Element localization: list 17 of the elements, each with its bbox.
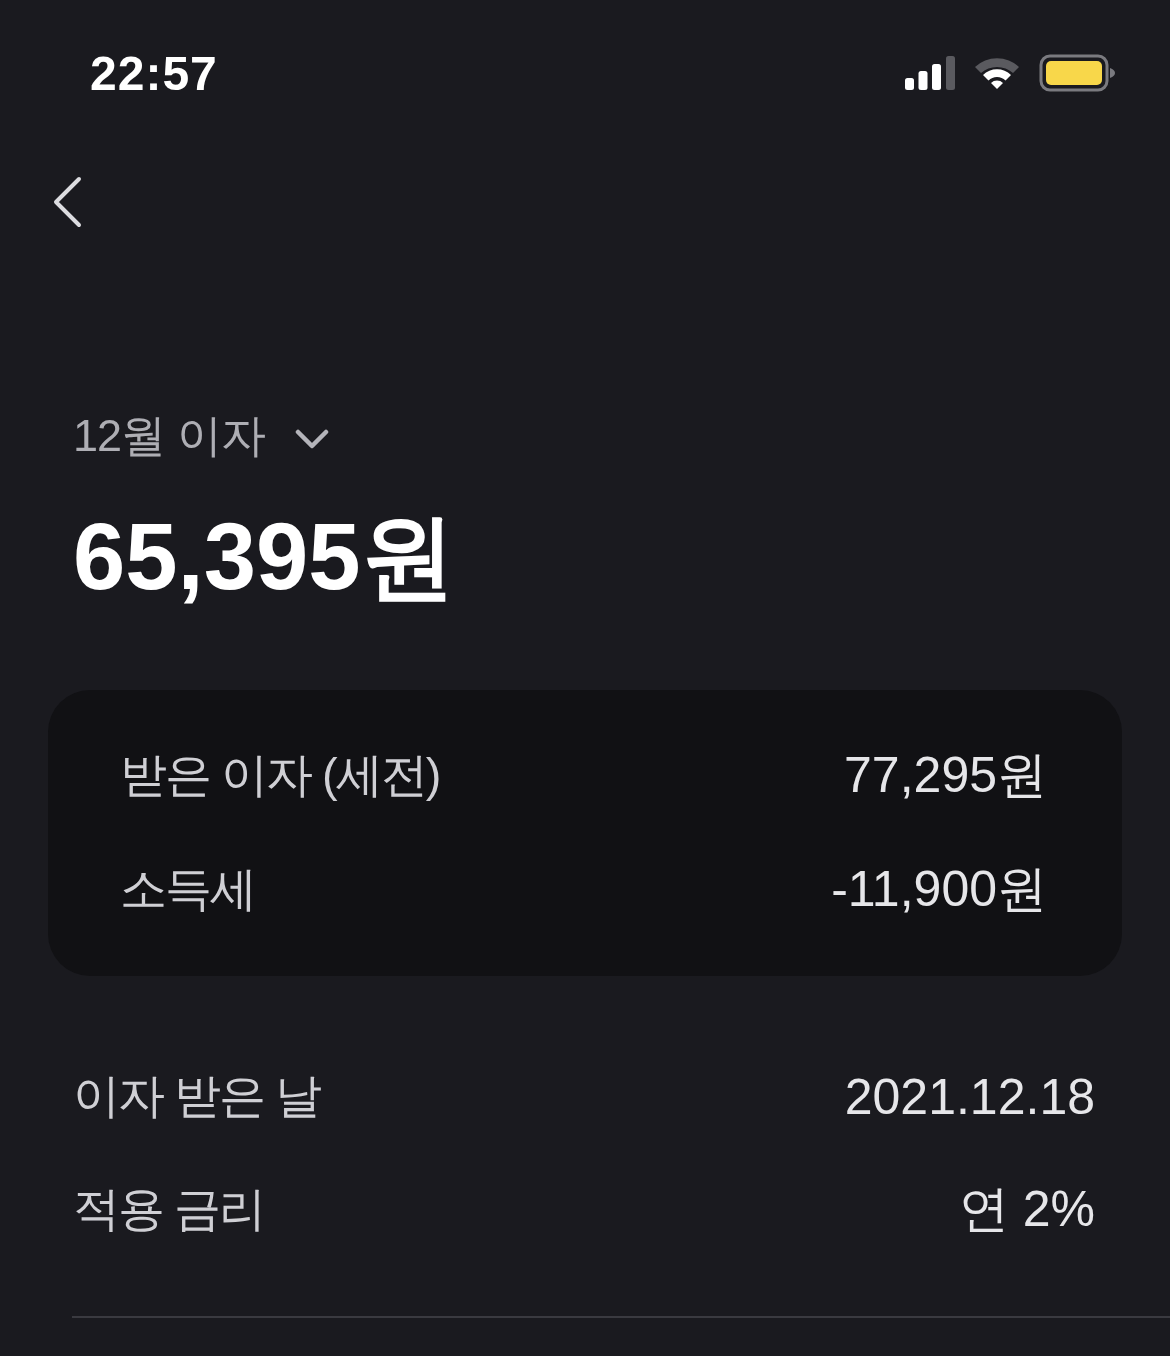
detail-label: 이자 받은 날 xyxy=(73,1068,321,1124)
month-selector[interactable]: 12월 이자 xyxy=(73,406,329,466)
battery-icon xyxy=(1039,54,1115,92)
wifi-icon xyxy=(973,55,1021,91)
breakdown-value: 77,295원 xyxy=(844,745,1047,805)
signal-icon xyxy=(905,56,955,90)
breakdown-label: 받은 이자 (세전) xyxy=(120,746,440,803)
breakdown-value: -11,900원 xyxy=(831,859,1047,919)
breakdown-label: 소득세 xyxy=(120,860,255,917)
detail-label: 적용 금리 xyxy=(73,1181,265,1237)
back-button[interactable] xyxy=(52,176,82,228)
back-chevron-icon xyxy=(52,176,82,228)
chevron-down-icon xyxy=(294,429,329,449)
status-time: 22:57 xyxy=(90,45,218,101)
interest-amount: 65,395원 xyxy=(73,503,455,611)
detail-value: 2021.12.18 xyxy=(844,1067,1095,1126)
detail-value: 연 2% xyxy=(958,1180,1095,1239)
